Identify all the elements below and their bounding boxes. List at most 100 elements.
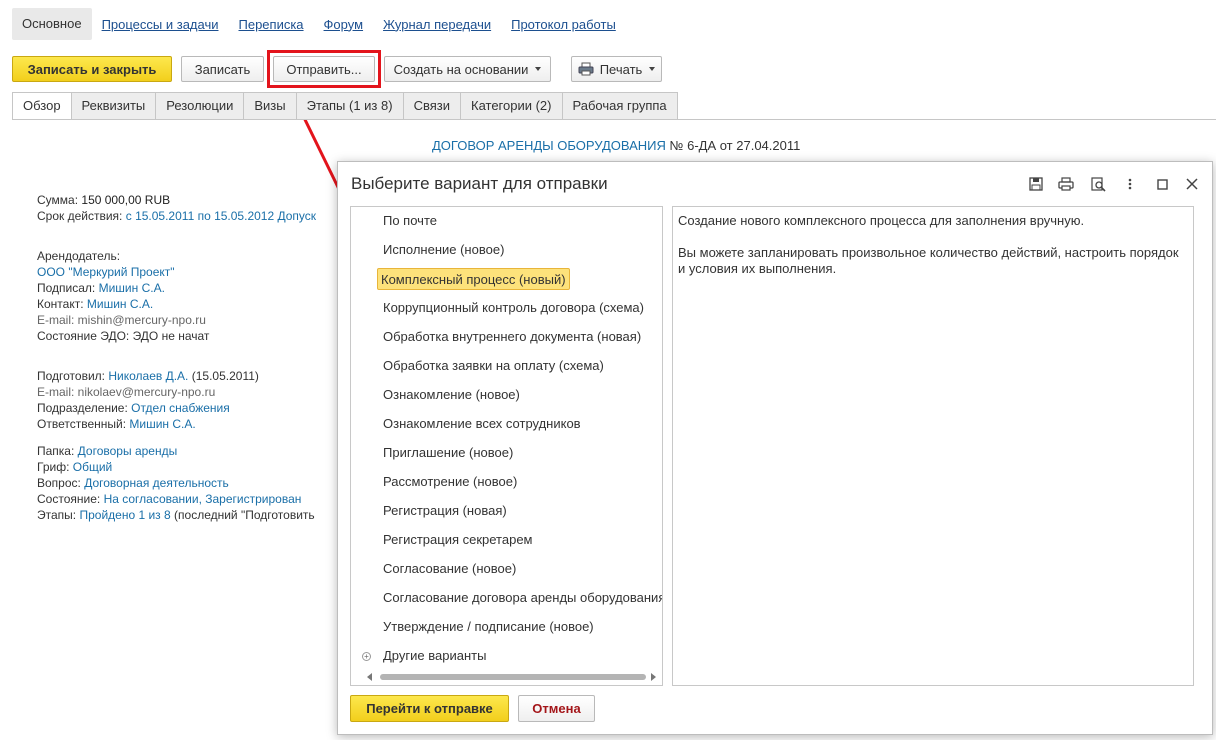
description-line-1: Создание нового комплексного процесса дл…: [678, 213, 1085, 228]
cancel-button[interactable]: Отмена: [518, 695, 595, 722]
list-item[interactable]: Рассмотрение (новое): [380, 471, 520, 493]
list-item[interactable]: Обработка внутреннего документа (новая): [380, 326, 644, 348]
proceed-to-send-button[interactable]: Перейти к отправке: [350, 695, 509, 722]
close-icon[interactable]: [1183, 175, 1201, 193]
chevron-down-icon: [535, 67, 542, 71]
landlord-row: ООО "Меркурий Проект": [37, 264, 337, 280]
landlord-label: Арендодатель:: [37, 249, 121, 263]
tab-stages[interactable]: Этапы (1 из 8): [296, 92, 404, 120]
scroll-left-icon[interactable]: [367, 673, 373, 681]
folder-link[interactable]: Договоры аренды: [78, 444, 178, 458]
state-row: Состояние: На согласовании, Зарегистриро…: [37, 491, 337, 507]
list-item[interactable]: Исполнение (новое): [380, 239, 507, 261]
expand-plus-icon[interactable]: +: [362, 652, 371, 661]
prepared-email: E-mail: nikolaev@mercury-npo.ru: [37, 385, 216, 399]
document-type-link[interactable]: ДОГОВОР АРЕНДЫ ОБОРУДОВАНИЯ: [432, 138, 666, 153]
send-button-highlight: [267, 50, 381, 88]
sum-row: Сумма: 150 000,00 RUB: [37, 192, 337, 208]
tab-resolutions[interactable]: Резолюции: [156, 92, 245, 120]
create-based-on-button[interactable]: Создать на основании: [384, 56, 551, 82]
prepared-date: (15.05.2011): [191, 369, 259, 383]
folder-row: Папка: Договоры аренды: [37, 443, 337, 459]
folder-label: Папка:: [37, 444, 75, 458]
question-link[interactable]: Договорная деятельность: [84, 476, 229, 490]
printer-icon[interactable]: [1057, 175, 1075, 193]
list-item[interactable]: Регистрация секретарем: [380, 529, 536, 551]
prepared-link[interactable]: Николаев Д.А.: [108, 369, 188, 383]
edo-label: Состояние ЭДО:: [37, 329, 130, 343]
grif-label: Гриф:: [37, 460, 70, 474]
list-item[interactable]: Регистрация (новая): [380, 500, 510, 522]
top-navigation: Основное Процессы и задачи Переписка Фор…: [12, 8, 626, 40]
nav-main[interactable]: Основное: [12, 8, 92, 40]
save-and-close-button[interactable]: Записать и закрыть: [12, 56, 172, 82]
department-row: Подразделение: Отдел снабжения: [37, 400, 337, 416]
more-options-icon[interactable]: [1121, 175, 1139, 193]
tab-work-group[interactable]: Рабочая группа: [562, 92, 678, 120]
list-item[interactable]: Приглашение (новое): [380, 442, 516, 464]
landlord-link[interactable]: ООО "Меркурий Проект": [37, 265, 175, 279]
list-item-other-variants[interactable]: Другие варианты: [380, 645, 489, 667]
save-icon[interactable]: [1027, 175, 1045, 193]
print-label: Печать: [599, 61, 643, 77]
list-item[interactable]: Коррупционный контроль договора (схема): [380, 297, 647, 319]
stages-label: Этапы:: [37, 508, 77, 522]
preview-icon[interactable]: [1089, 175, 1107, 193]
list-item[interactable]: Ознакомление всех сотрудников: [380, 413, 584, 435]
sum-label: Сумма:: [37, 193, 79, 207]
form-tabs: Обзор Реквизиты Резолюции Визы Этапы (1 …: [12, 92, 678, 120]
stages-row: Этапы: Пройдено 1 из 8 (последний "Подго…: [37, 507, 337, 523]
signed-row: Подписал: Мишин С.А.: [37, 280, 337, 296]
scrollbar-thumb[interactable]: [380, 674, 646, 680]
tab-links[interactable]: Связи: [403, 92, 461, 120]
save-button[interactable]: Записать: [181, 56, 264, 82]
list-item[interactable]: Согласование договора аренды оборудовани…: [380, 587, 662, 609]
tab-details[interactable]: Реквизиты: [71, 92, 157, 120]
tab-visas[interactable]: Визы: [244, 92, 297, 120]
tab-divider: [12, 119, 1216, 120]
term-label: Срок действия:: [37, 209, 123, 223]
question-row: Вопрос: Договорная деятельность: [37, 475, 337, 491]
responsible-link[interactable]: Мишин С.А.: [129, 417, 195, 431]
nav-transfer-log[interactable]: Журнал передачи: [373, 17, 501, 32]
term-value[interactable]: с 15.05.2011 по 15.05.2012 Допуск: [126, 209, 316, 223]
contact-label: Контакт:: [37, 297, 84, 311]
nav-correspondence[interactable]: Переписка: [229, 17, 314, 32]
department-link[interactable]: Отдел снабжения: [131, 401, 230, 415]
scroll-right-icon[interactable]: [651, 673, 657, 681]
grif-link[interactable]: Общий: [73, 460, 113, 474]
dialog-title: Выберите вариант для отправки: [351, 174, 608, 193]
responsible-label: Ответственный:: [37, 417, 127, 431]
landlord-email: E-mail: mishin@mercury-npo.ru: [37, 313, 206, 327]
grif-row: Гриф: Общий: [37, 459, 337, 475]
stages-link[interactable]: Пройдено 1 из 8: [79, 508, 170, 522]
print-button[interactable]: Печать: [571, 56, 662, 82]
create-based-on-label: Создать на основании: [393, 61, 529, 77]
maximize-icon[interactable]: [1153, 175, 1171, 193]
send-variants-list[interactable]: По почте Исполнение (новое) Комплексный …: [350, 206, 663, 686]
document-title: ДОГОВОР АРЕНДЫ ОБОРУДОВАНИЯ № 6-ДА от 27…: [432, 138, 800, 153]
edo-value: ЭДО не начат: [132, 329, 210, 343]
variant-description-panel: Создание нового комплексного процесса дл…: [672, 206, 1194, 686]
send-variant-dialog: Выберите вариант для отправки По почте И…: [337, 161, 1213, 735]
prepared-row: Подготовил: Николаев Д.А. (15.05.2011): [37, 368, 337, 384]
list-item[interactable]: По почте: [380, 210, 440, 232]
tab-categories[interactable]: Категории (2): [461, 92, 563, 120]
signed-link[interactable]: Мишин С.А.: [99, 281, 165, 295]
state-link[interactable]: На согласовании, Зарегистрирован: [104, 492, 302, 506]
list-item[interactable]: Утверждение / подписание (новое): [380, 616, 597, 638]
nav-forum[interactable]: Форум: [314, 17, 374, 32]
list-item[interactable]: Обработка заявки на оплату (схема): [380, 355, 607, 377]
document-number: № 6-ДА от 27.04.2011: [665, 138, 801, 153]
horizontal-scrollbar[interactable]: [367, 673, 657, 681]
nav-processes[interactable]: Процессы и задачи: [92, 17, 229, 32]
tab-overview[interactable]: Обзор: [12, 92, 72, 120]
printer-icon: [578, 62, 594, 76]
list-item-selected[interactable]: Комплексный процесс (новый): [377, 268, 570, 290]
nav-work-log[interactable]: Протокол работы: [501, 17, 626, 32]
sum-value: 150 000,00 RUB: [81, 193, 171, 207]
list-item[interactable]: Согласование (новое): [380, 558, 519, 580]
chevron-down-icon: [649, 67, 656, 71]
list-item[interactable]: Ознакомление (новое): [380, 384, 523, 406]
contact-link[interactable]: Мишин С.А.: [87, 297, 153, 311]
